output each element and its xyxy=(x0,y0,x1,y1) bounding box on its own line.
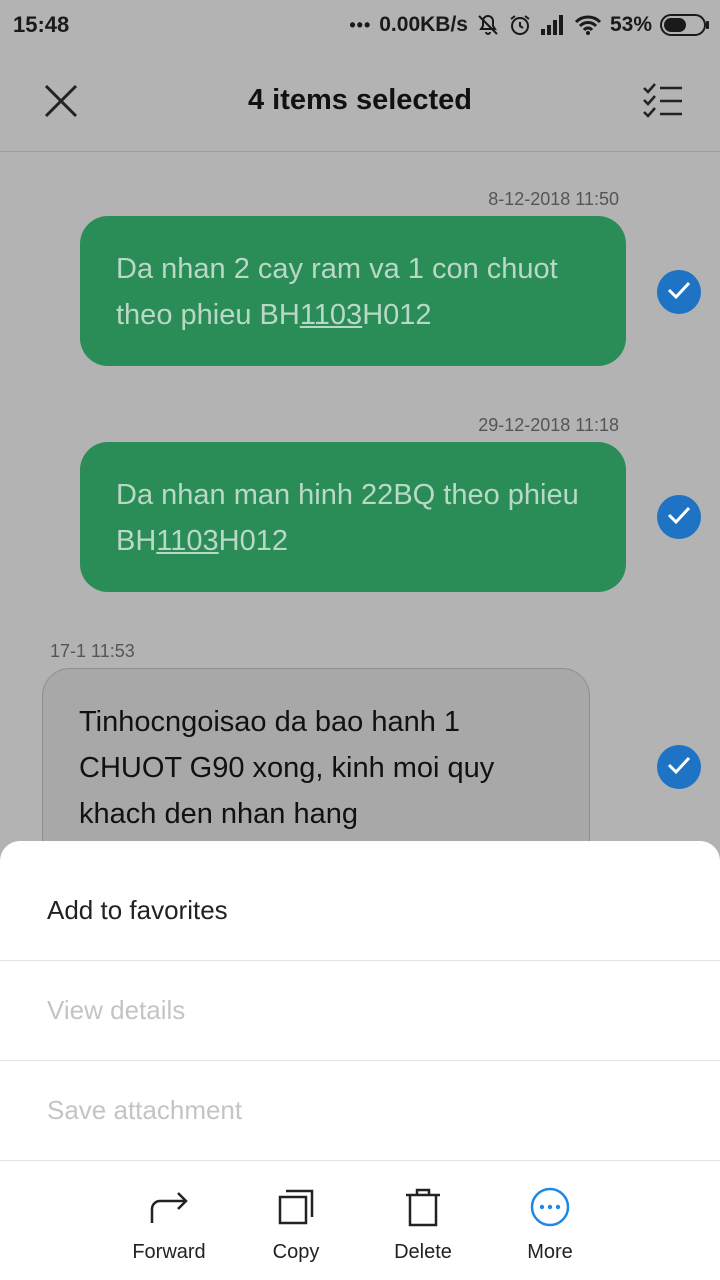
copy-label: Copy xyxy=(272,1241,320,1263)
message-link[interactable]: 1103 xyxy=(156,525,218,557)
forward-button[interactable]: Forward xyxy=(99,1185,239,1264)
checkmark-icon xyxy=(667,505,691,530)
message-bubble-outgoing[interactable]: Da nhan 2 cay ram va 1 con chuot theo ph… xyxy=(80,216,626,366)
status-icons: ••• 0.00KB/s 53% xyxy=(349,10,710,40)
select-all-icon xyxy=(642,82,684,125)
delete-button[interactable]: Delete xyxy=(353,1185,493,1264)
status-bar: 15:48 ••• 0.00KB/s 53% xyxy=(0,0,720,52)
add-to-favorites-option[interactable]: Add to favorites xyxy=(0,861,720,961)
wifi-icon xyxy=(574,14,602,36)
message-text: Tinhocngoisao da bao hanh 1 CHUOT G90 xo… xyxy=(79,706,495,830)
delete-label: Delete xyxy=(394,1241,452,1263)
message-text-tail: H012 xyxy=(362,299,432,331)
mute-icon xyxy=(476,13,500,37)
more-button[interactable]: More xyxy=(480,1185,620,1264)
forward-icon xyxy=(147,1185,191,1229)
screen: 15:48 ••• 0.00KB/s 53% 4 items selected … xyxy=(0,0,720,1280)
selection-header: 4 items selected xyxy=(0,52,720,152)
forward-label: Forward xyxy=(132,1241,206,1263)
signal-icon xyxy=(540,14,566,36)
message-checkbox[interactable] xyxy=(657,495,701,539)
page-title: 4 items selected xyxy=(247,84,473,116)
more-icon xyxy=(528,1185,572,1229)
message-text-tail: H012 xyxy=(218,525,288,557)
message-timestamp: 29-12-2018 11:18 xyxy=(478,415,619,435)
more-label: More xyxy=(527,1241,573,1263)
message-bubble-outgoing[interactable]: Da nhan man hinh 22BQ theo phieu BH1103H… xyxy=(80,442,626,592)
message-bubble-incoming[interactable]: Tinhocngoisao da bao hanh 1 CHUOT G90 xo… xyxy=(42,668,590,868)
message-link[interactable]: 1103 xyxy=(300,299,362,331)
status-time: 15:48 xyxy=(13,12,70,37)
more-dots-icon: ••• xyxy=(349,14,372,35)
message-checkbox[interactable] xyxy=(657,745,701,789)
net-speed: 0.00KB/s xyxy=(379,13,468,36)
checkmark-icon xyxy=(667,755,691,780)
message-timestamp: 8-12-2018 11:50 xyxy=(488,189,619,209)
alarm-icon xyxy=(508,13,532,37)
message-timestamp: 17-1 11:53 xyxy=(50,641,135,661)
view-details-option[interactable]: View details xyxy=(0,961,720,1061)
bottom-toolbar: Forward Copy Delete More xyxy=(0,1161,720,1280)
battery-icon xyxy=(660,13,710,37)
message-checkbox[interactable] xyxy=(657,270,701,314)
checkmark-icon xyxy=(667,280,691,305)
delete-icon xyxy=(401,1185,445,1229)
action-sheet: Add to favorites View details Save attac… xyxy=(0,841,720,1280)
battery-percent: 53% xyxy=(609,13,652,36)
copy-button[interactable]: Copy xyxy=(226,1185,366,1264)
select-all-button[interactable] xyxy=(632,72,694,134)
save-attachment-option[interactable]: Save attachment xyxy=(0,1061,720,1161)
copy-icon xyxy=(274,1185,318,1229)
